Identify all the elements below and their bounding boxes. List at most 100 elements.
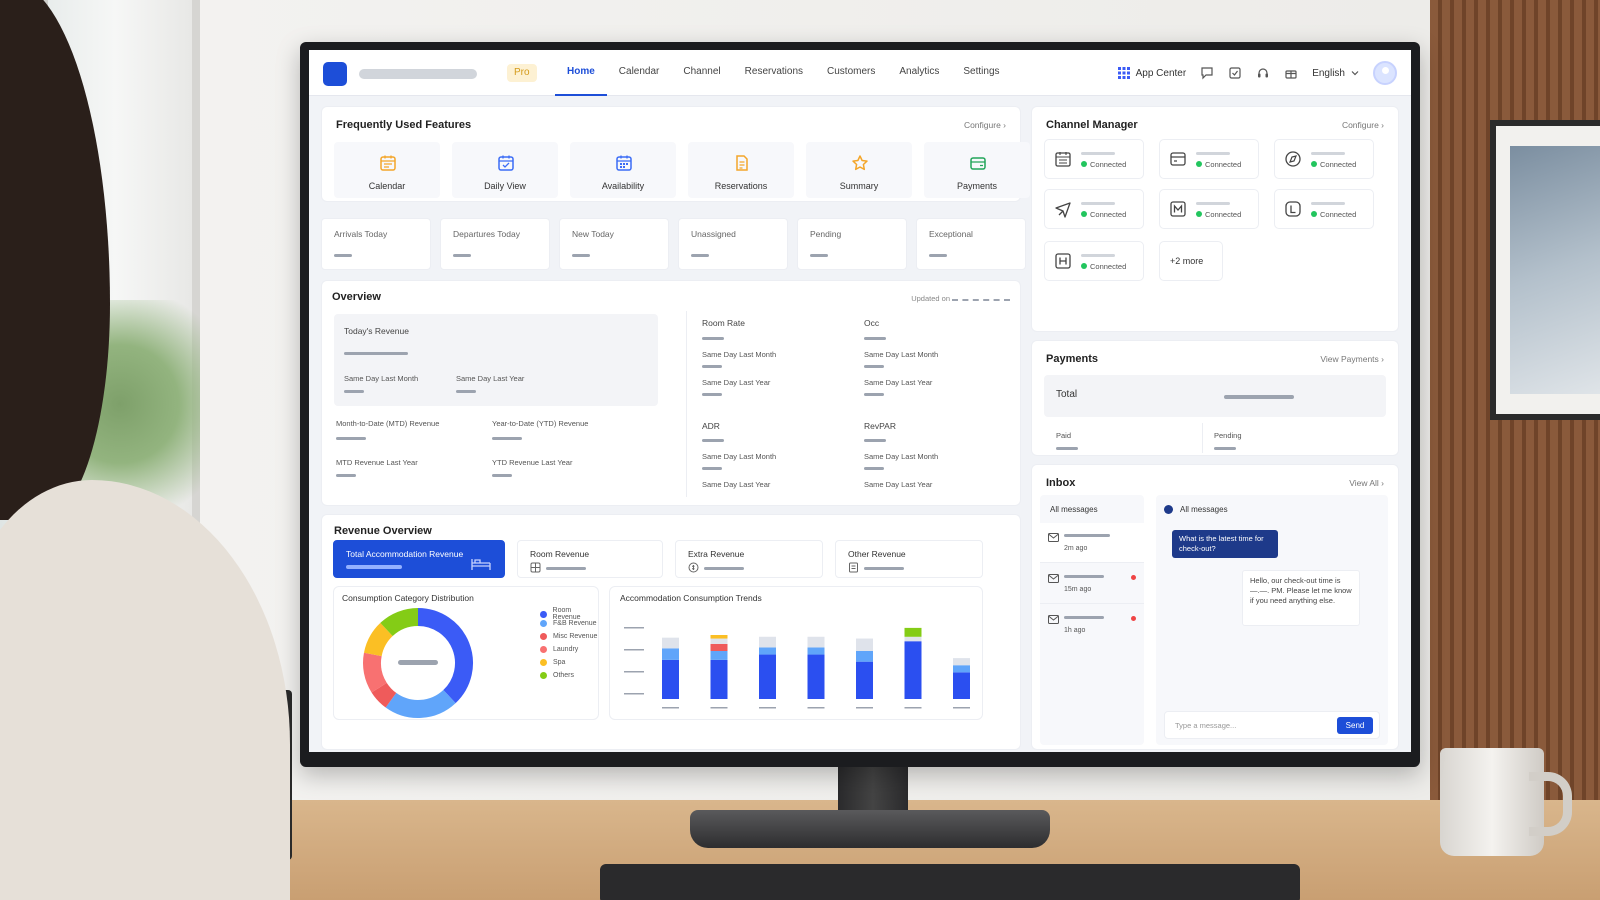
view-payments-link[interactable]: View Payments › xyxy=(1320,354,1384,364)
channel-tile[interactable]: Connected xyxy=(1159,139,1259,179)
feature-availability[interactable]: Availability xyxy=(570,142,676,198)
view-payments-label: View Payments xyxy=(1320,354,1379,364)
x-tick-placeholder xyxy=(759,707,776,709)
donut-slice xyxy=(371,682,397,708)
feature-payments[interactable]: Payments xyxy=(924,142,1030,198)
x-tick-placeholder xyxy=(807,707,825,709)
send-button[interactable]: Send xyxy=(1337,717,1373,734)
message-item[interactable]: 1h ago xyxy=(1040,605,1144,645)
legend-swatch xyxy=(540,672,547,679)
tab-room-revenue[interactable]: Room Revenue xyxy=(517,540,663,578)
status-dot xyxy=(1081,263,1087,269)
more-channels-label: +2 more xyxy=(1170,256,1204,266)
user-avatar[interactable] xyxy=(1373,61,1397,85)
feature-calendar[interactable]: Calendar xyxy=(334,142,440,198)
pending-label: Pending xyxy=(1214,431,1242,440)
channel-tile[interactable]: Connected xyxy=(1044,241,1144,281)
bar-segment xyxy=(807,654,825,699)
value-placeholder xyxy=(546,567,586,570)
stat-arrivals-today[interactable]: Arrivals Today xyxy=(321,218,431,270)
message-icon[interactable] xyxy=(1200,66,1214,80)
view-all-link[interactable]: View All › xyxy=(1349,478,1384,488)
status-dot xyxy=(1081,211,1087,217)
bar-segment xyxy=(710,638,728,644)
bar-segment xyxy=(710,635,728,639)
feature-label: Payments xyxy=(956,181,998,191)
bar-segment xyxy=(710,659,728,699)
channel-name-placeholder xyxy=(1311,152,1345,155)
message-preview-placeholder xyxy=(1064,616,1104,619)
nav-reservations[interactable]: Reservations xyxy=(733,50,815,96)
bar-segment xyxy=(953,672,970,699)
feature-reservations[interactable]: Reservations xyxy=(688,142,794,198)
legend-label: Laundry xyxy=(553,646,579,653)
channel-tile[interactable]: Connected xyxy=(1044,189,1144,229)
same-day-last-year-label: Same Day Last Year xyxy=(864,378,933,387)
channel-tile[interactable]: Connected xyxy=(1274,189,1374,229)
configure-label: Configure xyxy=(1341,120,1379,130)
paid-label: Paid xyxy=(1056,431,1072,440)
bar-chart xyxy=(624,627,970,709)
legend-swatch xyxy=(540,659,547,666)
mtd-revenue-label: Month-to-Date (MTD) Revenue xyxy=(336,419,440,428)
stat-exceptional[interactable]: Exceptional xyxy=(916,218,1026,270)
updated-on-label: Updated on xyxy=(911,294,950,303)
x-tick-placeholder xyxy=(710,707,728,709)
app-logo[interactable] xyxy=(323,62,347,86)
channel-name-placeholder xyxy=(1311,202,1345,205)
legend-label: Spa xyxy=(553,659,566,666)
divider xyxy=(1202,423,1203,453)
value-placeholder xyxy=(1214,447,1236,450)
channel-manager-title: Channel Manager xyxy=(1046,119,1138,131)
message-input[interactable]: Type a message... xyxy=(1175,721,1236,730)
channel-tile[interactable]: Connected xyxy=(1044,139,1144,179)
language-select[interactable]: English xyxy=(1312,68,1359,79)
nav-home[interactable]: Home xyxy=(555,50,607,96)
tab-extra-revenue[interactable]: Extra Revenue xyxy=(675,540,823,578)
status-text: Connected xyxy=(1205,160,1242,169)
overview-title: Overview xyxy=(332,291,381,303)
main-nav: Home Calendar Channel Reservations Custo… xyxy=(555,50,1012,96)
features-title: Frequently Used Features xyxy=(336,119,472,131)
value-placeholder xyxy=(702,337,724,340)
stat-pending[interactable]: Pending xyxy=(797,218,907,270)
nav-analytics[interactable]: Analytics xyxy=(887,50,951,96)
nav-settings[interactable]: Settings xyxy=(951,50,1011,96)
pro-badge: Pro xyxy=(507,64,537,82)
message-item[interactable]: 15m ago xyxy=(1040,564,1144,604)
donut-slice xyxy=(417,608,473,704)
message-time: 2m ago xyxy=(1064,545,1088,552)
message-list-header: All messages xyxy=(1050,505,1098,514)
x-tick-placeholder xyxy=(856,707,873,709)
gift-icon[interactable] xyxy=(1284,66,1298,80)
more-channels-tile[interactable]: +2 more xyxy=(1159,241,1223,281)
status-text: Connected xyxy=(1090,262,1127,271)
nav-channel[interactable]: Channel xyxy=(671,50,732,96)
bar-segment xyxy=(904,641,922,699)
stat-new-today[interactable]: New Today xyxy=(559,218,669,270)
legend-item: F&B Revenue xyxy=(540,620,597,627)
app-center-button[interactable]: App Center xyxy=(1117,66,1186,80)
support-icon[interactable] xyxy=(1256,66,1270,80)
stat-unassigned[interactable]: Unassigned xyxy=(678,218,788,270)
stat-label: Pending xyxy=(810,229,842,239)
nav-calendar[interactable]: Calendar xyxy=(607,50,672,96)
message-item[interactable]: 2m ago xyxy=(1040,523,1144,563)
nav-customers[interactable]: Customers xyxy=(815,50,887,96)
value-placeholder xyxy=(864,439,886,442)
feature-daily-view[interactable]: Daily View xyxy=(452,142,558,198)
bar-segment xyxy=(904,636,922,642)
feature-summary[interactable]: Summary xyxy=(806,142,912,198)
channel-tile[interactable]: Connected xyxy=(1274,139,1374,179)
l-letter-icon xyxy=(1285,201,1301,217)
features-configure-link[interactable]: Configure › xyxy=(964,120,1006,130)
message-time: 15m ago xyxy=(1064,586,1092,593)
tab-other-revenue[interactable]: Other Revenue xyxy=(835,540,983,578)
stat-departures-today[interactable]: Departures Today xyxy=(440,218,550,270)
channel-configure-link[interactable]: Configure › xyxy=(1342,120,1384,130)
task-icon[interactable] xyxy=(1228,66,1242,80)
value-placeholder xyxy=(346,565,402,569)
tab-total-accommodation-revenue[interactable]: Total Accommodation Revenue xyxy=(333,540,505,578)
channel-tile[interactable]: Connected xyxy=(1159,189,1259,229)
same-day-last-month-label: Same Day Last Month xyxy=(864,452,939,461)
